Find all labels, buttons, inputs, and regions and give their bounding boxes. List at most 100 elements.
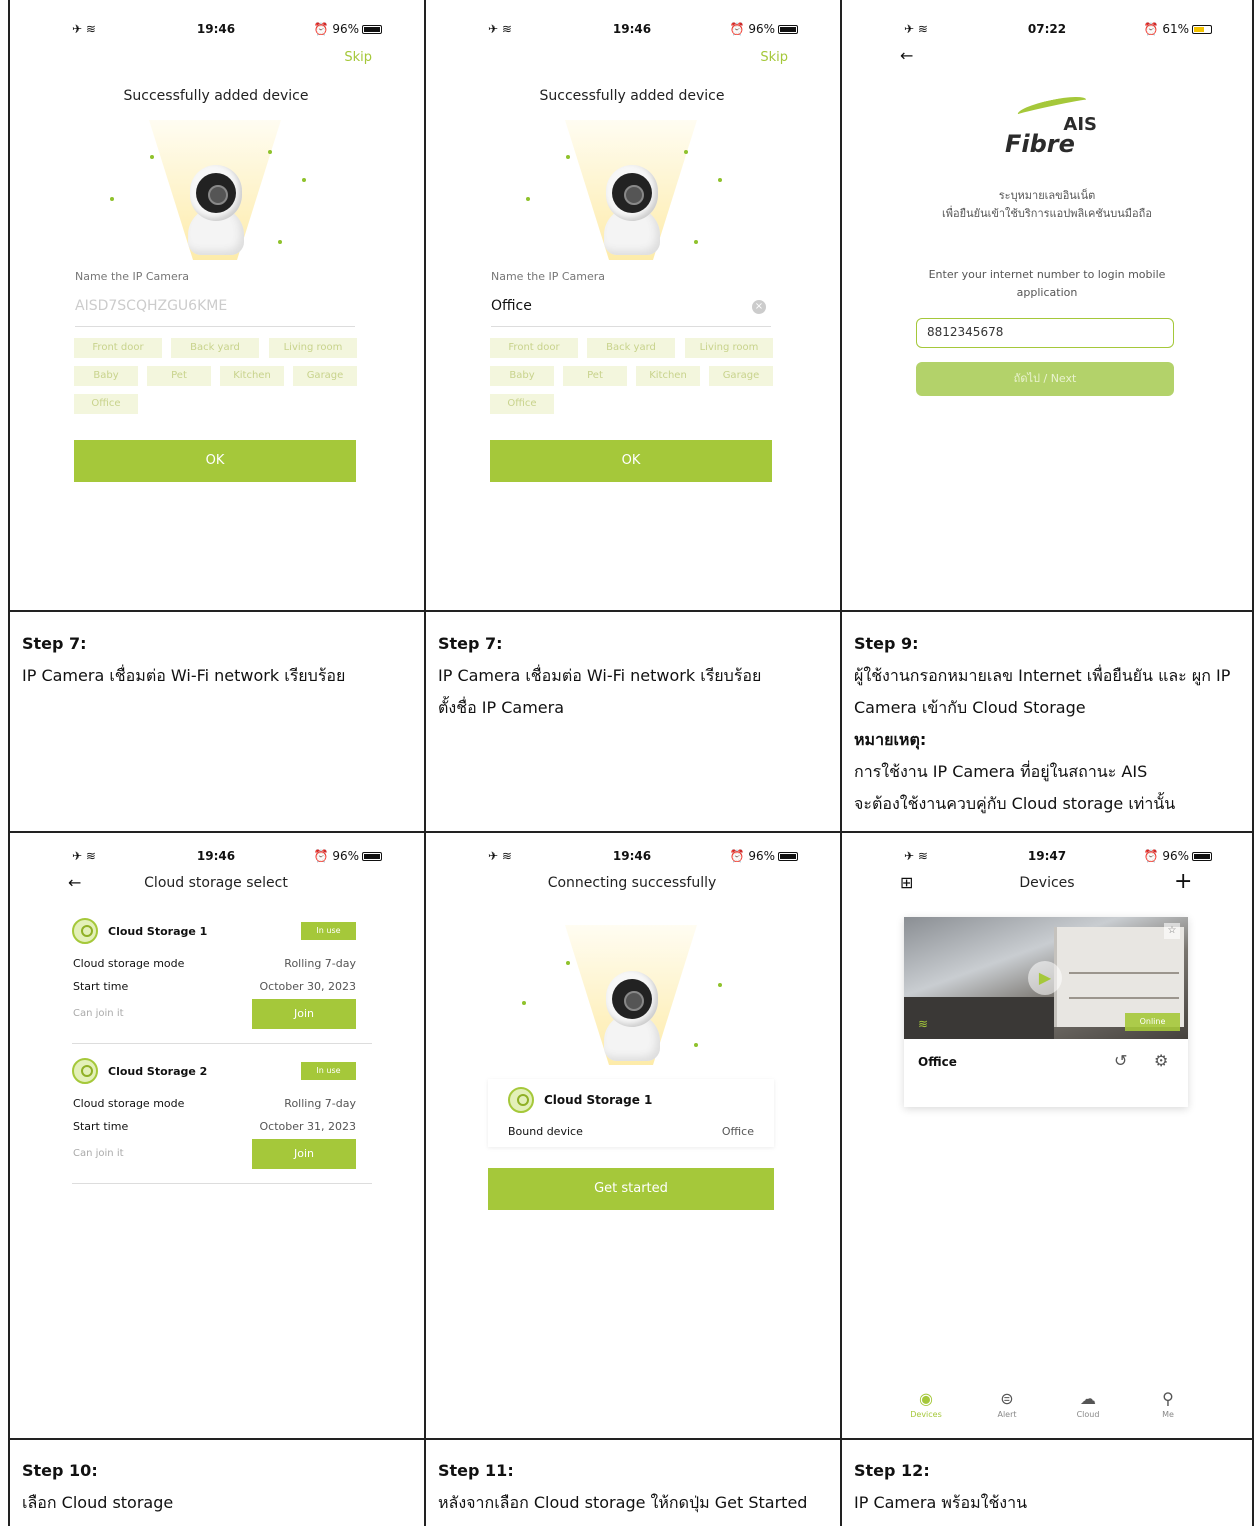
name-chip[interactable]: Living room — [269, 338, 357, 358]
battery-status: ⏰ 61% — [1144, 22, 1212, 36]
sparkle-dot — [718, 178, 722, 182]
storage-name: Cloud Storage 2 — [108, 1065, 208, 1078]
name-chip[interactable]: Office — [74, 394, 138, 414]
page-title: Successfully added device — [123, 88, 309, 104]
nav-devices[interactable]: ◉ Devices — [896, 1389, 956, 1419]
input-underline — [75, 326, 355, 327]
status-time: 19:46 — [612, 849, 652, 863]
divider — [72, 1043, 372, 1044]
star-icon[interactable]: ☆ — [1164, 923, 1180, 939]
screen-ais-login: ✈ ︎≋ 07:22 ⏰ 61% ← AIS Fibre ระบุหมายเลข… — [842, 0, 1252, 610]
nav-cloud[interactable]: ☁ Cloud — [1058, 1389, 1118, 1419]
battery-icon — [778, 852, 798, 861]
airplane-wifi-icon: ✈ ︎≋ — [488, 849, 512, 863]
alarm-icon: ⏰ — [1143, 849, 1159, 863]
status-bar: ✈ ︎≋ 07:22 ⏰ 61% — [842, 22, 1252, 40]
join-button[interactable]: Join — [252, 1139, 356, 1169]
join-button[interactable]: Join — [252, 999, 356, 1029]
bound-label: Bound device — [508, 1125, 583, 1138]
clear-input-icon[interactable]: × — [752, 300, 766, 314]
battery-status: ⏰ 96% — [314, 22, 382, 36]
battery-percent: 96% — [748, 22, 775, 36]
screen-devices: ✈ ︎≋ 19:47 ⏰ 96% ⊞ Devices + ▶ ☆ ≋ Onlin… — [842, 833, 1252, 1438]
play-icon[interactable]: ▶ — [1028, 961, 1062, 995]
sparkle-dot — [526, 197, 530, 201]
mode-value: Rolling 7-day — [284, 1097, 356, 1110]
battery-percent: 96% — [748, 849, 775, 863]
bound-storage-card: Cloud Storage 1 Bound device Office — [488, 1079, 774, 1147]
en-instruction-1: Enter your internet number to login mobi… — [928, 268, 1166, 281]
status-time: 19:46 — [196, 849, 236, 863]
battery-percent: 61% — [1162, 22, 1189, 36]
name-chip[interactable]: Pet — [147, 366, 211, 386]
nav-me[interactable]: ⚲ Me — [1138, 1389, 1198, 1419]
camera-icon: ◉ — [919, 1389, 933, 1408]
divider — [72, 1183, 372, 1184]
name-chip[interactable]: Pet — [563, 366, 627, 386]
battery-status: ⏰ 96% — [730, 849, 798, 863]
sparkle-dot — [694, 240, 698, 244]
name-chip[interactable]: Baby — [74, 366, 138, 386]
page-title: Successfully added device — [539, 88, 725, 104]
name-chip[interactable]: Front door — [490, 338, 578, 358]
name-chip[interactable]: Living room — [685, 338, 773, 358]
history-icon[interactable]: ↺ — [1114, 1051, 1127, 1070]
alarm-icon: ⏰ — [729, 22, 745, 36]
status-time: 19:47 — [1027, 849, 1067, 863]
row-divider — [10, 610, 1252, 612]
next-button[interactable]: ถัดไป / Next — [916, 362, 1174, 396]
camera-image — [602, 155, 662, 255]
back-arrow-icon[interactable]: ← — [900, 46, 913, 65]
status-time: 19:46 — [612, 22, 652, 36]
caption-step12: Step 12: IP Camera พร้อมใช้งาน — [854, 1461, 1028, 1512]
battery-status: ⏰ 96% — [314, 849, 382, 863]
wifi-signal-icon: ≋ — [918, 1017, 929, 1031]
skip-link[interactable]: Skip — [760, 50, 788, 65]
name-label: Name the IP Camera — [75, 270, 190, 283]
add-icon[interactable]: + — [1174, 869, 1192, 894]
name-input[interactable]: AISD7SCQHZGU6KME — [75, 298, 227, 314]
row-divider — [10, 1438, 1252, 1440]
airplane-wifi-icon: ✈ ︎≋ — [904, 849, 928, 863]
name-chip[interactable]: Kitchen — [636, 366, 700, 386]
camera-preview[interactable]: ▶ ☆ ≋ Online — [904, 917, 1188, 1039]
name-input[interactable]: Office — [491, 298, 532, 314]
name-chip[interactable]: Baby — [490, 366, 554, 386]
sparkle-dot — [278, 240, 282, 244]
status-bar: ✈ ︎≋ 19:47 ⏰ 96% — [842, 849, 1252, 867]
sparkle-dot — [302, 178, 306, 182]
status-bar: ✈ ︎≋ 19:46 ⏰ 96% — [10, 849, 422, 867]
start-label: Start time — [73, 1120, 129, 1133]
name-chip[interactable]: Office — [490, 394, 554, 414]
cloud-icon: ☁ — [1080, 1389, 1096, 1408]
in-use-badge: In use — [301, 1062, 356, 1080]
name-chip[interactable]: Back yard — [587, 338, 675, 358]
camera-image — [602, 961, 662, 1061]
nav-alert[interactable]: ⊜ Alert — [977, 1389, 1037, 1419]
in-use-badge: In use — [301, 922, 356, 940]
screen-connecting-success: ✈ ︎≋ 19:46 ⏰ 96% Connecting successfully… — [426, 833, 838, 1438]
name-chip[interactable]: Garage — [709, 366, 773, 386]
start-value: October 30, 2023 — [259, 980, 356, 993]
get-started-button[interactable]: Get started — [488, 1168, 774, 1210]
status-time: 07:22 — [1027, 22, 1067, 36]
screen-cloud-storage-select: ✈ ︎≋ 19:46 ⏰ 96% ← Cloud storage select … — [10, 833, 422, 1438]
storage-name: Cloud Storage 1 — [108, 925, 208, 938]
settings-icon[interactable]: ⚙ — [1154, 1051, 1168, 1070]
name-chip[interactable]: Kitchen — [220, 366, 284, 386]
ok-button[interactable]: OK — [74, 440, 356, 482]
skip-link[interactable]: Skip — [344, 50, 372, 65]
battery-icon — [1192, 852, 1212, 861]
device-card[interactable]: ▶ ☆ ≋ Online Office ↺ ⚙ — [904, 917, 1188, 1107]
start-value: October 31, 2023 — [259, 1120, 356, 1133]
internet-number-input[interactable]: 8812345678 — [916, 318, 1174, 348]
ok-button[interactable]: OK — [490, 440, 772, 482]
caption-step10: Step 10: เลือก Cloud storage — [22, 1461, 174, 1512]
screen-added-device-named: ✈ ︎≋ 19:46 ⏰ 96% Skip Successfully added… — [426, 0, 838, 610]
caption-step7a: Step 7: IP Camera เชื่อมต่อ Wi-Fi networ… — [22, 634, 346, 685]
thai-instruction-1: ระบุหมายเลขอินเน็ต — [998, 189, 1096, 202]
name-chip[interactable]: Front door — [74, 338, 162, 358]
name-chip[interactable]: Back yard — [171, 338, 259, 358]
name-chip[interactable]: Garage — [293, 366, 357, 386]
en-instruction-2: application — [1016, 286, 1078, 299]
